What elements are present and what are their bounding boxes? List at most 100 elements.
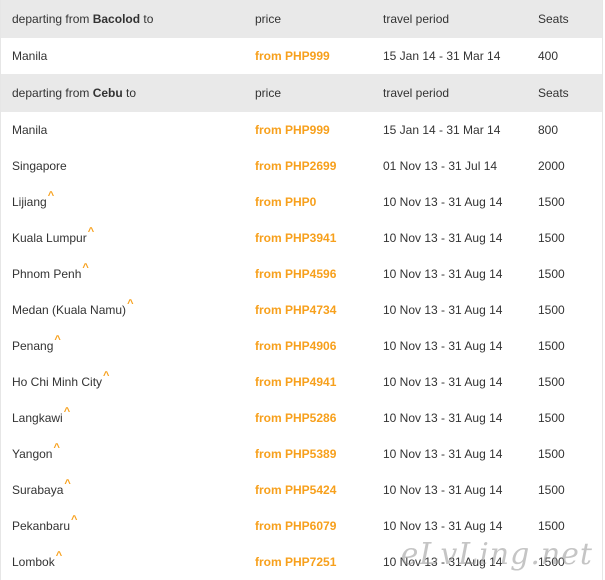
caret-marker: ^ [82,262,89,274]
destination-name: Phnom Penh [12,267,82,281]
destination-name: Pekanbaru [12,519,71,533]
caret-marker: ^ [103,370,110,382]
fare-price-link[interactable]: from PHP3941 [244,231,372,245]
departure-suffix: to [122,86,137,100]
caret-marker: ^ [63,406,71,418]
fare-row[interactable]: Langkawi^ from PHP5286 10 Nov 13 - 31 Aug … [1,400,602,436]
fare-row[interactable]: Surabaya^ from PHP5424 10 Nov 13 - 31 Aug … [1,472,602,508]
caret-marker: ^ [87,226,95,238]
travel-period: 10 Nov 13 - 31 Aug 14 [383,483,503,497]
fare-price-link[interactable]: from PHP4906 [244,339,372,353]
travel-period: 10 Nov 13 - 31 Aug 14 [383,519,503,533]
fare-row[interactable]: Medan (Kuala Namu)^ from PHP4734 10 Nov 13… [1,292,602,328]
fare-row[interactable]: Yangon^ from PHP5389 10 Nov 13 - 31 Aug 14… [1,436,602,472]
destination-name: Manila [12,123,48,137]
fare-row[interactable]: Singapore from PHP2699 01 Nov 13 - 31 Jul … [1,148,602,184]
section-header-row: departing from Cebu to price travel period… [1,74,602,112]
fare-row[interactable]: Lijiang^ from PHP0 10 Nov 13 - 31 Aug 14 15… [1,184,602,220]
departure-origin: Bacolod [92,12,141,26]
seats-count: 1500 [538,339,565,353]
fare-price-link[interactable]: from PHP4941 [244,375,372,389]
fare-row[interactable]: Manila from PHP999 15 Jan 14 - 31 Mar 14 40… [1,38,602,74]
seats-count: 1500 [538,267,565,281]
watermark: eLvLing.net [400,537,593,572]
fare-price-link[interactable]: from PHP4734 [244,303,372,317]
seats-count: 1500 [538,411,565,425]
seats-count: 2000 [538,159,565,173]
fare-row[interactable]: Kuala Lumpur^ from PHP3941 10 Nov 13 - 31 … [1,220,602,256]
destination-cell: Lombok^ [1,550,244,569]
destination-cell: Manila [1,49,244,63]
destination-cell: Surabaya^ [1,478,244,497]
fare-row[interactable]: Phnom Penh^ from PHP4596 10 Nov 13 - 31 Au… [1,256,602,292]
seats-count: 1500 [538,447,565,461]
section-header-row: departing from Bacolod to price travel per… [1,0,602,38]
travel-period: 10 Nov 13 - 31 Aug 14 [383,375,503,389]
destination-cell: Yangon^ [1,442,244,461]
travel-period: 01 Nov 13 - 31 Jul 14 [383,159,498,173]
price-column-header: price [255,12,282,26]
travel-period: 10 Nov 13 - 31 Aug 14 [383,447,503,461]
destination-cell: Langkawi^ [1,406,244,425]
destination-cell: Penang^ [1,334,244,353]
travel-period: 10 Nov 13 - 31 Aug 14 [383,195,503,209]
fare-price-link[interactable]: from PHP5286 [244,411,372,425]
destination-name: Singapore [12,159,67,173]
seats-count: 1500 [538,231,565,245]
fare-row[interactable]: Ho Chi Minh City^ from PHP4941 10 Nov 13 -… [1,364,602,400]
fare-price-link[interactable]: from PHP5424 [244,483,372,497]
departure-prefix: departing from [12,86,93,100]
travel-period: 10 Nov 13 - 31 Aug 14 [383,267,503,281]
departure-header: departing from Bacolod to [1,12,244,26]
caret-marker: ^ [64,478,71,490]
seats-count: 1500 [538,375,565,389]
price-column-header: price [255,86,282,100]
fare-row[interactable]: Penang^ from PHP4906 10 Nov 13 - 31 Aug 14… [1,328,602,364]
seats-count: 1500 [538,303,565,317]
departure-prefix: departing from [12,12,93,26]
seats-column-header: Seats [538,86,569,100]
travel-period: 15 Jan 14 - 31 Mar 14 [383,123,501,137]
caret-marker: ^ [71,514,78,526]
destination-cell: Manila [1,123,244,137]
destination-name: Medan (Kuala Namu) [12,303,127,317]
caret-marker: ^ [47,190,55,202]
fare-price-link[interactable]: from PHP2699 [244,159,372,173]
destination-cell: Phnom Penh^ [1,262,244,281]
destination-cell: Lijiang^ [1,190,244,209]
travel-period: 15 Jan 14 - 31 Mar 14 [383,49,501,63]
seats-count: 1500 [538,195,565,209]
travel-period-column-header: travel period [383,12,450,26]
fare-price-link[interactable]: from PHP999 [244,49,372,63]
destination-cell: Medan (Kuala Namu)^ [1,298,244,317]
fare-price-link[interactable]: from PHP999 [244,123,372,137]
fare-price-link[interactable]: from PHP6079 [244,519,372,533]
travel-period: 10 Nov 13 - 31 Aug 14 [383,339,503,353]
travel-period: 10 Nov 13 - 31 Aug 14 [383,303,503,317]
caret-marker: ^ [54,334,61,346]
fare-price-link[interactable]: from PHP7251 [244,555,372,569]
fare-price-link[interactable]: from PHP5389 [244,447,372,461]
fare-row[interactable]: Manila from PHP999 15 Jan 14 - 31 Mar 14 80… [1,112,602,148]
destination-name: Penang [12,339,54,353]
destination-name: Langkawi [12,411,63,425]
travel-period-column-header: travel period [383,86,450,100]
destination-name: Surabaya [12,483,64,497]
fare-table: departing from Bacolod to price travel per… [0,0,603,580]
caret-marker: ^ [53,442,60,454]
fare-price-link[interactable]: from PHP4596 [244,267,372,281]
seats-count: 800 [538,123,559,137]
destination-cell: Pekanbaru^ [1,514,244,533]
seats-column-header: Seats [538,12,569,26]
destination-name: Yangon [12,447,53,461]
destination-name: Lijiang [12,195,47,209]
caret-marker: ^ [127,298,134,310]
travel-period: 10 Nov 13 - 31 Aug 14 [383,231,503,245]
fare-price-link[interactable]: from PHP0 [244,195,372,209]
destination-cell: Ho Chi Minh City^ [1,370,244,389]
seats-count: 400 [538,49,559,63]
destination-name: Ho Chi Minh City [12,375,103,389]
departure-suffix: to [140,12,154,26]
seats-count: 1500 [538,483,565,497]
seats-count: 1500 [538,519,565,533]
